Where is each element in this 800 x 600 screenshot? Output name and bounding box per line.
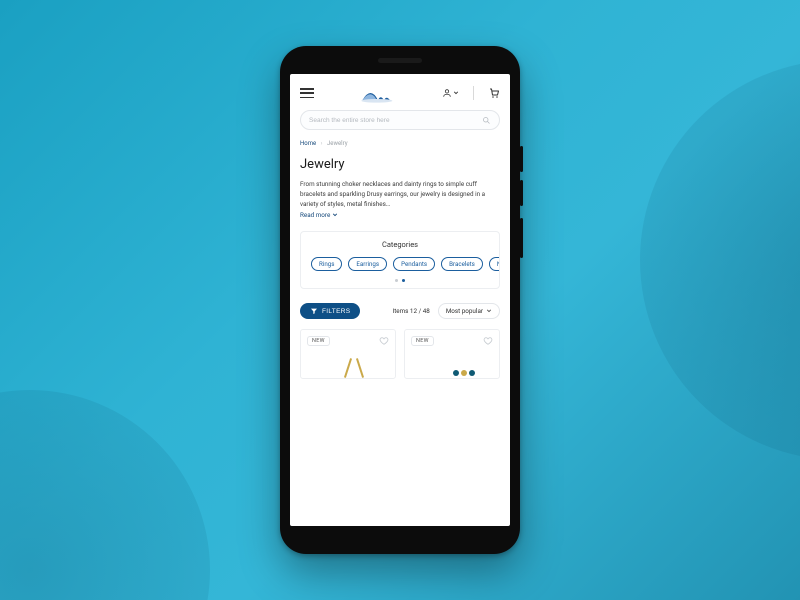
phone-side-button [520,180,523,206]
categories-title: Categories [301,240,499,249]
phone-frame: Home › Jewelry Jewelry From stunning cho… [280,46,520,554]
wishlist-button[interactable] [379,336,389,346]
product-image [341,356,371,378]
menu-button[interactable] [300,88,314,98]
filter-icon [310,307,318,315]
read-more-label: Read more [300,211,330,219]
heart-icon [379,336,389,346]
breadcrumb-current: Jewelry [327,140,348,147]
search-input[interactable] [309,117,482,124]
chevron-down-icon [486,308,492,314]
product-card[interactable]: NEW [404,329,500,379]
breadcrumb-home-link[interactable]: Home [300,140,316,147]
new-badge: NEW [307,336,330,346]
logo-icon [360,82,396,104]
breadcrumb: Home › Jewelry [300,140,500,147]
search-field[interactable] [300,110,500,130]
desktop-background: Home › Jewelry Jewelry From stunning cho… [0,0,800,600]
account-button[interactable] [442,88,459,98]
product-grid: NEW NEW [300,329,500,379]
bg-decor-circle [640,60,800,460]
page-content: Home › Jewelry Jewelry From stunning cho… [290,140,510,379]
category-chip[interactable]: Rings [311,257,342,271]
heart-icon [483,336,493,346]
category-chip-row[interactable]: Rings Earrings Pendants Bracelets Ne [301,257,499,271]
product-card[interactable]: NEW [300,329,396,379]
page-description: From stunning choker necklaces and daint… [300,180,500,209]
sort-dropdown[interactable]: Most popular [438,303,500,319]
search-container [290,110,510,138]
chevron-down-icon [332,212,338,218]
wishlist-button[interactable] [483,336,493,346]
cart-button[interactable] [488,87,500,99]
category-chip[interactable]: Ne [489,257,500,271]
product-image [451,364,491,378]
carousel-dot[interactable] [395,279,398,282]
app-header [290,74,510,110]
filters-button[interactable]: FILTERS [300,303,360,319]
phone-side-button [520,146,523,172]
header-divider [473,86,474,100]
search-icon [482,116,491,125]
new-badge: NEW [411,336,434,346]
breadcrumb-separator: › [321,140,323,147]
user-icon [442,88,452,98]
bg-decor-circle [0,390,210,600]
listing-toolbar: FILTERS Items 12 / 48 Most popular [300,303,500,319]
category-chip[interactable]: Pendants [393,257,435,271]
sort-label: Most popular [446,307,483,315]
items-count: Items 12 / 48 [392,307,429,315]
category-chip[interactable]: Earrings [348,257,387,271]
app-screen[interactable]: Home › Jewelry Jewelry From stunning cho… [290,74,510,526]
carousel-dots [301,279,499,282]
categories-panel: Categories Rings Earrings Pendants Brace… [300,231,500,289]
page-title: Jewelry [300,157,500,172]
carousel-dot-active[interactable] [402,279,405,282]
phone-side-button [520,218,523,258]
category-chip[interactable]: Bracelets [441,257,483,271]
filters-label: FILTERS [322,308,350,315]
cart-icon [488,87,500,99]
chevron-down-icon [453,90,459,96]
brand-logo[interactable] [322,82,434,104]
read-more-link[interactable]: Read more [300,211,338,219]
